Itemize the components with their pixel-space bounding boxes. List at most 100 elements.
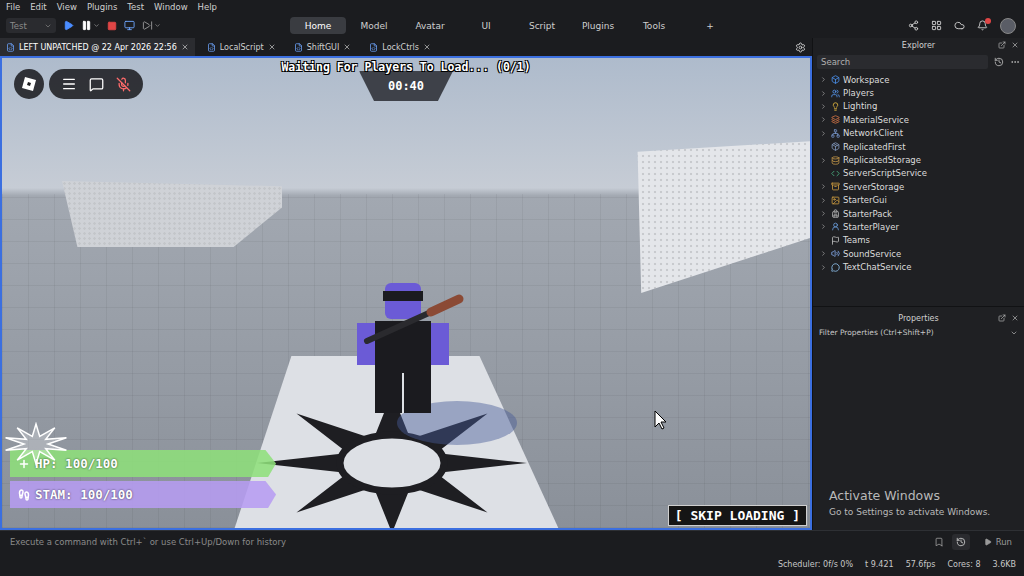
- tree-item[interactable]: ReplicatedStorage: [813, 153, 1024, 166]
- expand-arrow-icon[interactable]: [820, 183, 827, 190]
- stop-button[interactable]: [107, 18, 117, 34]
- pause-icon: [81, 20, 92, 31]
- notifications-button[interactable]: [977, 20, 988, 31]
- properties-filter[interactable]: Filter Properties (Ctrl+Shift+P): [813, 326, 1024, 339]
- status-item: 3.6KB: [993, 560, 1016, 569]
- ribbon-tab[interactable]: Home: [290, 17, 346, 34]
- expand-arrow-icon[interactable]: [820, 264, 827, 271]
- expand-arrow-icon[interactable]: [820, 116, 827, 123]
- tree-item[interactable]: Teams: [813, 234, 1024, 247]
- status-item: 57.6fps: [906, 560, 936, 569]
- expand-arrow-icon[interactable]: [820, 90, 827, 97]
- step-icon: [142, 20, 153, 31]
- client-button[interactable]: [124, 18, 135, 34]
- more-icon[interactable]: [1010, 57, 1020, 67]
- cloud-icon[interactable]: [954, 20, 965, 31]
- avatar[interactable]: [1000, 18, 1016, 34]
- expand-arrow-icon[interactable]: [820, 223, 827, 230]
- chat-icon[interactable]: [89, 77, 104, 92]
- tree-item[interactable]: StarterPack: [813, 207, 1024, 220]
- service-icon: [831, 222, 840, 231]
- explorer-search[interactable]: Search: [817, 55, 988, 69]
- ribbon-tab[interactable]: Avatar: [402, 17, 458, 34]
- play-button[interactable]: [63, 18, 74, 34]
- stat-label: STAM: 100/100: [10, 481, 276, 508]
- service-icon: [831, 209, 840, 218]
- menu-item[interactable]: File: [6, 2, 20, 12]
- stop-icon: [107, 21, 117, 31]
- skip-loading-button[interactable]: [ SKIP LOADING ]: [668, 505, 807, 526]
- chevron-icon: [93, 22, 100, 29]
- stat-bar: STAM: 100/100: [10, 481, 276, 508]
- tree-item[interactable]: ReplicatedFirst: [813, 140, 1024, 153]
- ribbon-tab[interactable]: Script: [514, 17, 570, 34]
- tree-item[interactable]: StarterPlayer: [813, 220, 1024, 233]
- mode-select[interactable]: Test: [6, 18, 56, 33]
- pop-out-icon[interactable]: [998, 314, 1006, 322]
- menu-item[interactable]: Plugins: [87, 2, 117, 12]
- tree-item[interactable]: Players: [813, 86, 1024, 99]
- close-icon[interactable]: [423, 43, 431, 51]
- close-icon[interactable]: [343, 43, 351, 51]
- tree-item[interactable]: StarterGui: [813, 194, 1024, 207]
- menu-item[interactable]: Test: [127, 2, 144, 12]
- loading-status: Waiting For Players To Load... (0/1)00:4…: [281, 60, 530, 101]
- mic-muted-icon[interactable]: [116, 77, 131, 92]
- close-icon[interactable]: [181, 43, 189, 51]
- roblox-menu-button[interactable]: [14, 69, 44, 99]
- tree-item[interactable]: ServerStorage: [813, 180, 1024, 193]
- settings-button[interactable]: [795, 38, 806, 56]
- history-icon[interactable]: [994, 57, 1004, 67]
- play-icon: [63, 20, 74, 31]
- pause-button[interactable]: [81, 18, 100, 34]
- script-icon: [6, 43, 15, 52]
- ribbon-tab[interactable]: UI: [458, 17, 514, 34]
- expand-arrow-icon[interactable]: [820, 250, 827, 257]
- document-tab[interactable]: LocalScript: [201, 38, 282, 56]
- expand-arrow-icon[interactable]: [820, 210, 827, 217]
- properties-header: Properties: [813, 311, 1024, 326]
- expand-arrow-icon[interactable]: [820, 197, 827, 204]
- tree-item[interactable]: NetworkClient: [813, 127, 1024, 140]
- close-icon[interactable]: [1011, 314, 1019, 322]
- expand-arrow-icon[interactable]: [820, 157, 827, 164]
- expand-arrow-icon[interactable]: [820, 130, 827, 137]
- ribbon-tab[interactable]: Plugins: [570, 17, 626, 34]
- close-icon[interactable]: [268, 43, 276, 51]
- workspace: LEFT UNPATCHED @ 22 Apr 2026 22:56 LocalS…: [0, 38, 1024, 530]
- grid-icon[interactable]: [931, 20, 942, 31]
- close-icon[interactable]: [1011, 41, 1019, 49]
- ribbon-tab[interactable]: Tools: [626, 17, 682, 34]
- document-tab[interactable]: LockCtrls: [363, 38, 437, 56]
- tree-item[interactable]: MaterialService: [813, 113, 1024, 126]
- tree-item[interactable]: TextChatService: [813, 260, 1024, 273]
- tree-item[interactable]: ServerScriptService: [813, 167, 1024, 180]
- history-icon: [956, 537, 966, 547]
- status-item: Scheduler: 0f/s 0%: [778, 560, 853, 569]
- ribbon-tab[interactable]: +: [682, 17, 738, 34]
- expand-arrow-icon[interactable]: [820, 103, 827, 110]
- game-viewport[interactable]: Waiting For Players To Load... (0/1)00:4…: [0, 56, 812, 530]
- history-button[interactable]: [952, 534, 970, 550]
- command-input[interactable]: Execute a command with Ctrl+` or use Ctr…: [10, 537, 926, 547]
- share-icon[interactable]: [908, 20, 919, 31]
- tree-item[interactable]: SoundService: [813, 247, 1024, 260]
- document-tab[interactable]: ShiftGUI: [288, 38, 358, 56]
- menu-item[interactable]: Help: [198, 2, 217, 12]
- expand-arrow-icon[interactable]: [820, 76, 827, 83]
- hamburger-icon[interactable]: [61, 76, 77, 92]
- document-tabs: LEFT UNPATCHED @ 22 Apr 2026 22:56 LocalS…: [0, 38, 812, 56]
- loading-title: Waiting For Players To Load... (0/1): [281, 60, 530, 74]
- step-button[interactable]: [142, 18, 161, 34]
- menu-item[interactable]: View: [57, 2, 77, 12]
- mouse-cursor-icon: [654, 410, 668, 430]
- document-tab[interactable]: LEFT UNPATCHED @ 22 Apr 2026 22:56: [0, 38, 195, 56]
- menu-item[interactable]: Window: [154, 2, 188, 12]
- ribbon-tab[interactable]: Model: [346, 17, 402, 34]
- menu-item[interactable]: Edit: [30, 2, 46, 12]
- tree-item[interactable]: Workspace: [813, 73, 1024, 86]
- bookmark-icon[interactable]: [934, 537, 944, 547]
- run-button[interactable]: Run: [978, 535, 1018, 549]
- tree-item[interactable]: Lighting: [813, 100, 1024, 113]
- pop-out-icon[interactable]: [998, 41, 1006, 49]
